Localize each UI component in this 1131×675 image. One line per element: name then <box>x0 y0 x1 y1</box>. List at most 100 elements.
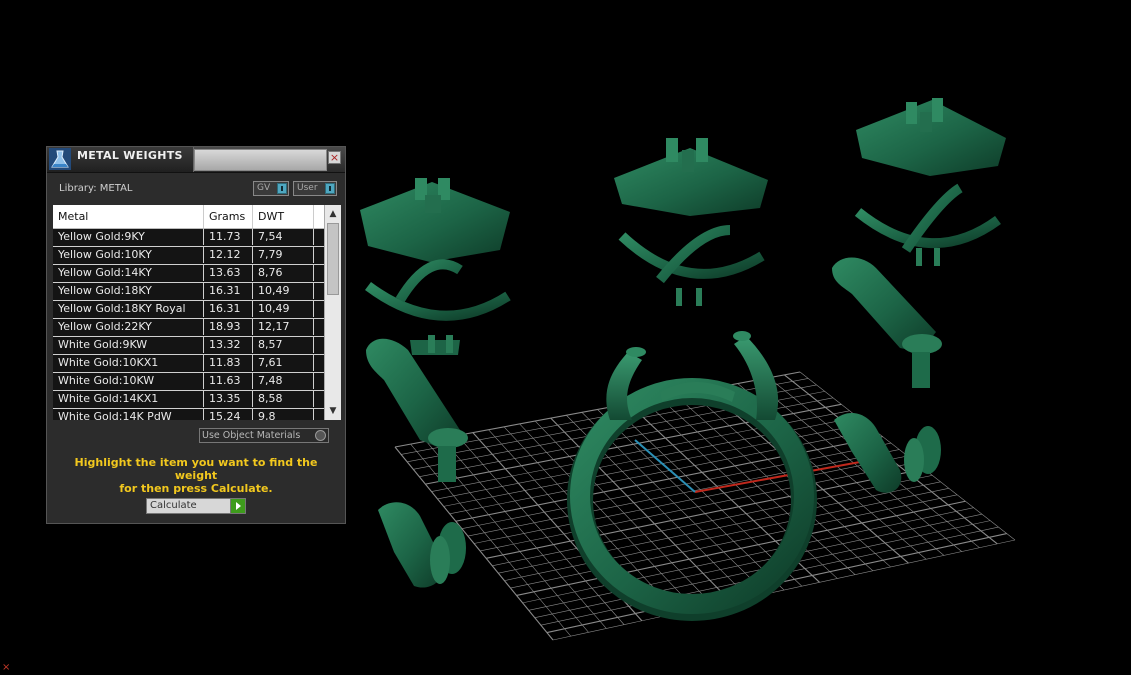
instructions-line-1: Highlight the item you want to find the … <box>74 456 318 482</box>
right-gallery-upper <box>832 257 942 388</box>
cell-extra <box>314 409 324 420</box>
table-row[interactable]: White Gold:14KX1 13.35 8,58 <box>53 391 324 409</box>
center-head <box>614 138 768 306</box>
toggle-switch-icon <box>277 183 287 194</box>
flask-icon <box>49 148 71 170</box>
cell-metal: Yellow Gold:18KY <box>53 283 204 299</box>
cell-metal: Yellow Gold:9KY <box>53 229 204 245</box>
left-gallery-lower <box>378 502 466 588</box>
cell-dwt: 8,57 <box>253 337 314 353</box>
column-header-grams[interactable]: Grams <box>204 205 253 228</box>
table-header: Metal Grams DWT <box>53 205 324 229</box>
cell-grams: 18.93 <box>204 319 253 335</box>
cell-extra <box>314 283 324 299</box>
grid-line <box>486 468 925 559</box>
scroll-thumb[interactable] <box>327 223 339 295</box>
radio-icon <box>315 430 326 441</box>
cell-metal: White Gold:9KW <box>53 337 204 353</box>
cell-grams: 11.63 <box>204 373 253 389</box>
table-row[interactable]: Yellow Gold:18KY 16.31 10,49 <box>53 283 324 301</box>
cell-extra <box>314 301 324 317</box>
cell-dwt: 8,58 <box>253 391 314 407</box>
instructions-line-2: for then press Calculate. <box>119 482 273 495</box>
grid-line <box>498 481 941 574</box>
scroll-down-icon[interactable]: ▼ <box>325 404 341 418</box>
cell-metal: Yellow Gold:10KY <box>53 247 204 263</box>
cell-dwt: 10,49 <box>253 301 314 317</box>
cell-dwt: 9,8 <box>253 409 314 420</box>
cell-grams: 13.63 <box>204 265 253 281</box>
cell-extra <box>314 373 324 389</box>
close-button[interactable]: × <box>328 151 341 164</box>
cell-grams: 13.32 <box>204 337 253 353</box>
table-row[interactable]: White Gold:9KW 13.32 8,57 <box>53 337 324 355</box>
metal-table: Metal Grams DWT Yellow Gold:9KY 11.73 7,54… <box>53 205 341 420</box>
table-body: Yellow Gold:9KY 11.73 7,54 Yellow Gold:10KY… <box>53 229 324 420</box>
cell-extra <box>314 319 324 335</box>
cell-extra <box>314 265 324 281</box>
table-row[interactable]: White Gold:10KX1 11.83 7,61 <box>53 355 324 373</box>
scroll-up-icon[interactable]: ▲ <box>325 207 341 221</box>
column-header-dwt[interactable]: DWT <box>253 205 314 228</box>
gv-toggle-label: GV <box>257 183 271 193</box>
play-arrow-icon <box>230 499 245 513</box>
table-row[interactable]: Yellow Gold:14KY 13.63 8,76 <box>53 265 324 283</box>
grid-line <box>480 462 916 552</box>
cell-metal: Yellow Gold:18KY Royal <box>53 301 204 317</box>
toggle-switch-icon <box>325 183 335 194</box>
cell-metal: Yellow Gold:22KY <box>53 319 204 335</box>
calculate-button[interactable]: Calculate <box>146 498 246 514</box>
table-row[interactable]: Yellow Gold:18KY Royal 16.31 10,49 <box>53 301 324 319</box>
cell-grams: 13.35 <box>204 391 253 407</box>
cell-grams: 11.73 <box>204 229 253 245</box>
column-header-extra <box>314 205 324 228</box>
cell-metal: White Gold:10KW <box>53 373 204 389</box>
panel-titlebar[interactable]: METAL WEIGHTS × <box>47 147 345 173</box>
gv-toggle[interactable]: GV <box>253 181 289 196</box>
grid-line <box>473 455 908 544</box>
metal-weights-panel: METAL WEIGHTS × Library: METAL GV User M… <box>46 146 346 524</box>
cell-extra <box>314 391 324 407</box>
cell-extra <box>314 355 324 371</box>
left-gallery-upper <box>366 338 468 482</box>
cell-dwt: 7,54 <box>253 229 314 245</box>
right-head <box>854 98 1006 266</box>
table-scrollbar[interactable]: ▲ ▼ <box>324 205 341 420</box>
user-toggle-label: User <box>297 183 318 193</box>
left-head <box>360 178 511 355</box>
cell-extra <box>314 337 324 353</box>
cell-dwt: 7,48 <box>253 373 314 389</box>
instructions-text: Highlight the item you want to find the … <box>55 456 337 495</box>
right-gallery-lower <box>834 413 941 493</box>
library-label: Library: METAL <box>59 183 133 194</box>
user-toggle[interactable]: User <box>293 181 337 196</box>
cell-extra <box>314 229 324 245</box>
table-row[interactable]: Yellow Gold:10KY 12.12 7,79 <box>53 247 324 265</box>
table-row[interactable]: White Gold:14K PdW 15.24 9,8 <box>53 409 324 420</box>
cell-dwt: 10,49 <box>253 283 314 299</box>
cell-dwt: 7,79 <box>253 247 314 263</box>
panel-title-tab[interactable]: METAL WEIGHTS <box>47 147 194 172</box>
cell-dwt: 8,76 <box>253 265 314 281</box>
table-row[interactable]: White Gold:10KW 11.63 7,48 <box>53 373 324 391</box>
cell-grams: 16.31 <box>204 301 253 317</box>
cell-dwt: 12,17 <box>253 319 314 335</box>
title-bar-fill <box>194 149 327 171</box>
cell-grams: 12.12 <box>204 247 253 263</box>
ring-shank <box>567 331 817 621</box>
cell-metal: White Gold:14KX1 <box>53 391 204 407</box>
use-object-materials-toggle[interactable]: Use Object Materials <box>199 428 329 443</box>
cell-dwt: 7,61 <box>253 355 314 371</box>
table-row[interactable]: Yellow Gold:22KY 18.93 12,17 <box>53 319 324 337</box>
corner-close-icon[interactable]: × <box>2 662 10 673</box>
cell-grams: 16.31 <box>204 283 253 299</box>
cell-metal: White Gold:14K PdW <box>53 409 204 420</box>
cell-extra <box>314 247 324 263</box>
table-row[interactable]: Yellow Gold:9KY 11.73 7,54 <box>53 229 324 247</box>
cell-metal: Yellow Gold:14KY <box>53 265 204 281</box>
cell-grams: 11.83 <box>204 355 253 371</box>
column-header-metal[interactable]: Metal <box>53 205 204 228</box>
use-object-materials-label: Use Object Materials <box>202 430 301 441</box>
cell-grams: 15.24 <box>204 409 253 420</box>
calculate-label: Calculate <box>150 500 197 511</box>
